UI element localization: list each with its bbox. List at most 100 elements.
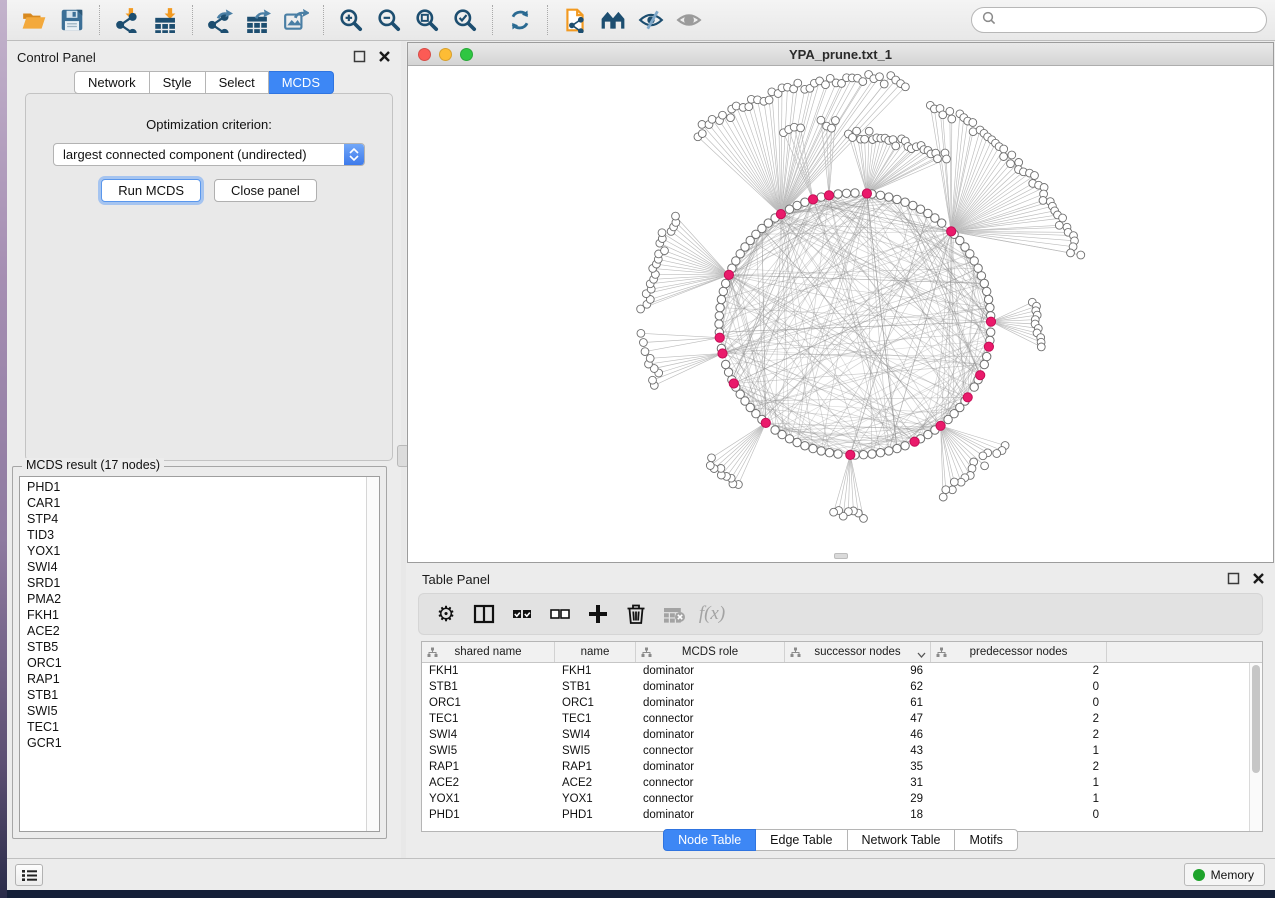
network-node[interactable]	[825, 449, 833, 457]
close-panel-button[interactable]: Close panel	[214, 179, 317, 202]
network-node[interactable]	[771, 426, 779, 434]
network-node[interactable]	[797, 124, 805, 132]
search-box[interactable]	[971, 7, 1267, 33]
network-node[interactable]	[801, 442, 809, 450]
mcds-result-item[interactable]: STB5	[27, 639, 379, 655]
network-node[interactable]	[986, 303, 994, 311]
table-row[interactable]: ORC1ORC1dominator610	[422, 695, 1262, 711]
network-node[interactable]	[722, 279, 730, 287]
table-row[interactable]: PHD1PHD1dominator180	[422, 807, 1262, 823]
network-node[interactable]	[853, 127, 861, 135]
hide-selected-icon[interactable]	[632, 4, 670, 36]
network-node[interactable]	[716, 303, 724, 311]
network-node[interactable]	[893, 444, 901, 452]
zoom-selected-icon[interactable]	[446, 4, 484, 36]
mcds-result-item[interactable]: SRD1	[27, 575, 379, 591]
network-node[interactable]	[909, 201, 917, 209]
float-panel-icon[interactable]	[1227, 572, 1240, 590]
mcds-dominator-node[interactable]	[846, 450, 855, 459]
network-node[interactable]	[892, 142, 900, 150]
network-node[interactable]	[885, 193, 893, 201]
network-node[interactable]	[719, 287, 727, 295]
network-node[interactable]	[946, 107, 954, 115]
network-node[interactable]	[745, 103, 753, 111]
mcds-dominator-node[interactable]	[808, 195, 817, 204]
network-node[interactable]	[977, 272, 985, 280]
network-node[interactable]	[715, 320, 723, 328]
table-row[interactable]: SWI4SWI4dominator462	[422, 727, 1262, 743]
tab-select[interactable]: Select	[206, 71, 269, 94]
mcds-dominator-node[interactable]	[715, 333, 724, 342]
network-node[interactable]	[719, 111, 727, 119]
network-node[interactable]	[715, 312, 723, 320]
network-node[interactable]	[637, 329, 645, 337]
network-node[interactable]	[706, 462, 714, 470]
network-node[interactable]	[876, 73, 884, 81]
network-node[interactable]	[640, 339, 648, 347]
float-panel-icon[interactable]	[353, 50, 366, 68]
network-node[interactable]	[708, 454, 716, 462]
network-node[interactable]	[950, 478, 958, 486]
mcds-result-item[interactable]: FKH1	[27, 607, 379, 623]
column-header-successor-nodes[interactable]: successor nodes	[785, 642, 931, 662]
network-node[interactable]	[901, 442, 909, 450]
run-mcds-button[interactable]: Run MCDS	[101, 179, 201, 202]
tab-network[interactable]: Network	[74, 71, 150, 94]
mcds-dominator-node[interactable]	[936, 421, 945, 430]
network-node[interactable]	[984, 295, 992, 303]
network-node[interactable]	[717, 295, 725, 303]
network-node[interactable]	[893, 195, 901, 203]
network-node[interactable]	[698, 130, 706, 138]
network-node[interactable]	[970, 383, 978, 391]
mcds-result-item[interactable]: TID3	[27, 527, 379, 543]
mcds-dominator-node[interactable]	[724, 270, 733, 279]
export-network-icon[interactable]	[201, 4, 239, 36]
mcds-result-item[interactable]: CAR1	[27, 495, 379, 511]
network-node[interactable]	[1015, 159, 1023, 167]
zoom-in-icon[interactable]	[332, 4, 370, 36]
network-node[interactable]	[944, 415, 952, 423]
network-node[interactable]	[939, 493, 947, 501]
new-network-from-selection-icon[interactable]	[556, 4, 594, 36]
network-node[interactable]	[765, 96, 773, 104]
horizontal-splitter-grip[interactable]	[834, 553, 848, 559]
table-row[interactable]: YOX1YOX1connector291	[422, 791, 1262, 807]
mcds-result-list[interactable]: PHD1CAR1STP4TID3YOX1SWI4SRD1PMA2FKH1ACE2…	[19, 476, 380, 832]
network-node[interactable]	[983, 287, 991, 295]
network-node[interactable]	[876, 449, 884, 457]
close-panel-icon[interactable]	[378, 50, 391, 68]
network-node[interactable]	[1059, 214, 1067, 222]
network-node[interactable]	[1077, 251, 1085, 259]
mcds-dominator-node[interactable]	[776, 210, 785, 219]
mcds-dominator-node[interactable]	[984, 342, 993, 351]
network-node[interactable]	[876, 191, 884, 199]
network-node[interactable]	[980, 360, 988, 368]
network-node[interactable]	[868, 450, 876, 458]
network-node[interactable]	[794, 79, 802, 87]
network-node[interactable]	[1031, 172, 1039, 180]
network-node[interactable]	[1008, 151, 1016, 159]
network-node[interactable]	[943, 155, 951, 163]
column-header-predecessor-nodes[interactable]: predecessor nodes	[931, 642, 1107, 662]
network-node[interactable]	[942, 486, 950, 494]
refresh-layout-icon[interactable]	[501, 4, 539, 36]
show-all-icon[interactable]	[670, 4, 708, 36]
mcds-dominator-node[interactable]	[862, 189, 871, 198]
network-node[interactable]	[1007, 160, 1015, 168]
mcds-result-item[interactable]: PHD1	[27, 479, 379, 495]
result-list-scrollbar[interactable]	[366, 477, 379, 831]
close-window-icon[interactable]	[418, 48, 431, 61]
mcds-dominator-node[interactable]	[976, 371, 985, 380]
tab-node-table[interactable]: Node Table	[663, 829, 756, 851]
column-header-shared-name[interactable]: shared name	[422, 642, 555, 662]
tab-mcds[interactable]: MCDS	[269, 71, 334, 94]
network-node[interactable]	[724, 368, 732, 376]
table-row[interactable]: SWI5SWI5connector431	[422, 743, 1262, 759]
open-file-icon[interactable]	[15, 4, 53, 36]
table-settings-gear-icon[interactable]: ⚙	[427, 597, 465, 631]
network-node[interactable]	[801, 198, 809, 206]
network-node[interactable]	[987, 328, 995, 336]
table-scrollbar-thumb[interactable]	[1252, 665, 1260, 773]
mcds-dominator-node[interactable]	[986, 317, 995, 326]
first-neighbors-icon[interactable]	[594, 4, 632, 36]
